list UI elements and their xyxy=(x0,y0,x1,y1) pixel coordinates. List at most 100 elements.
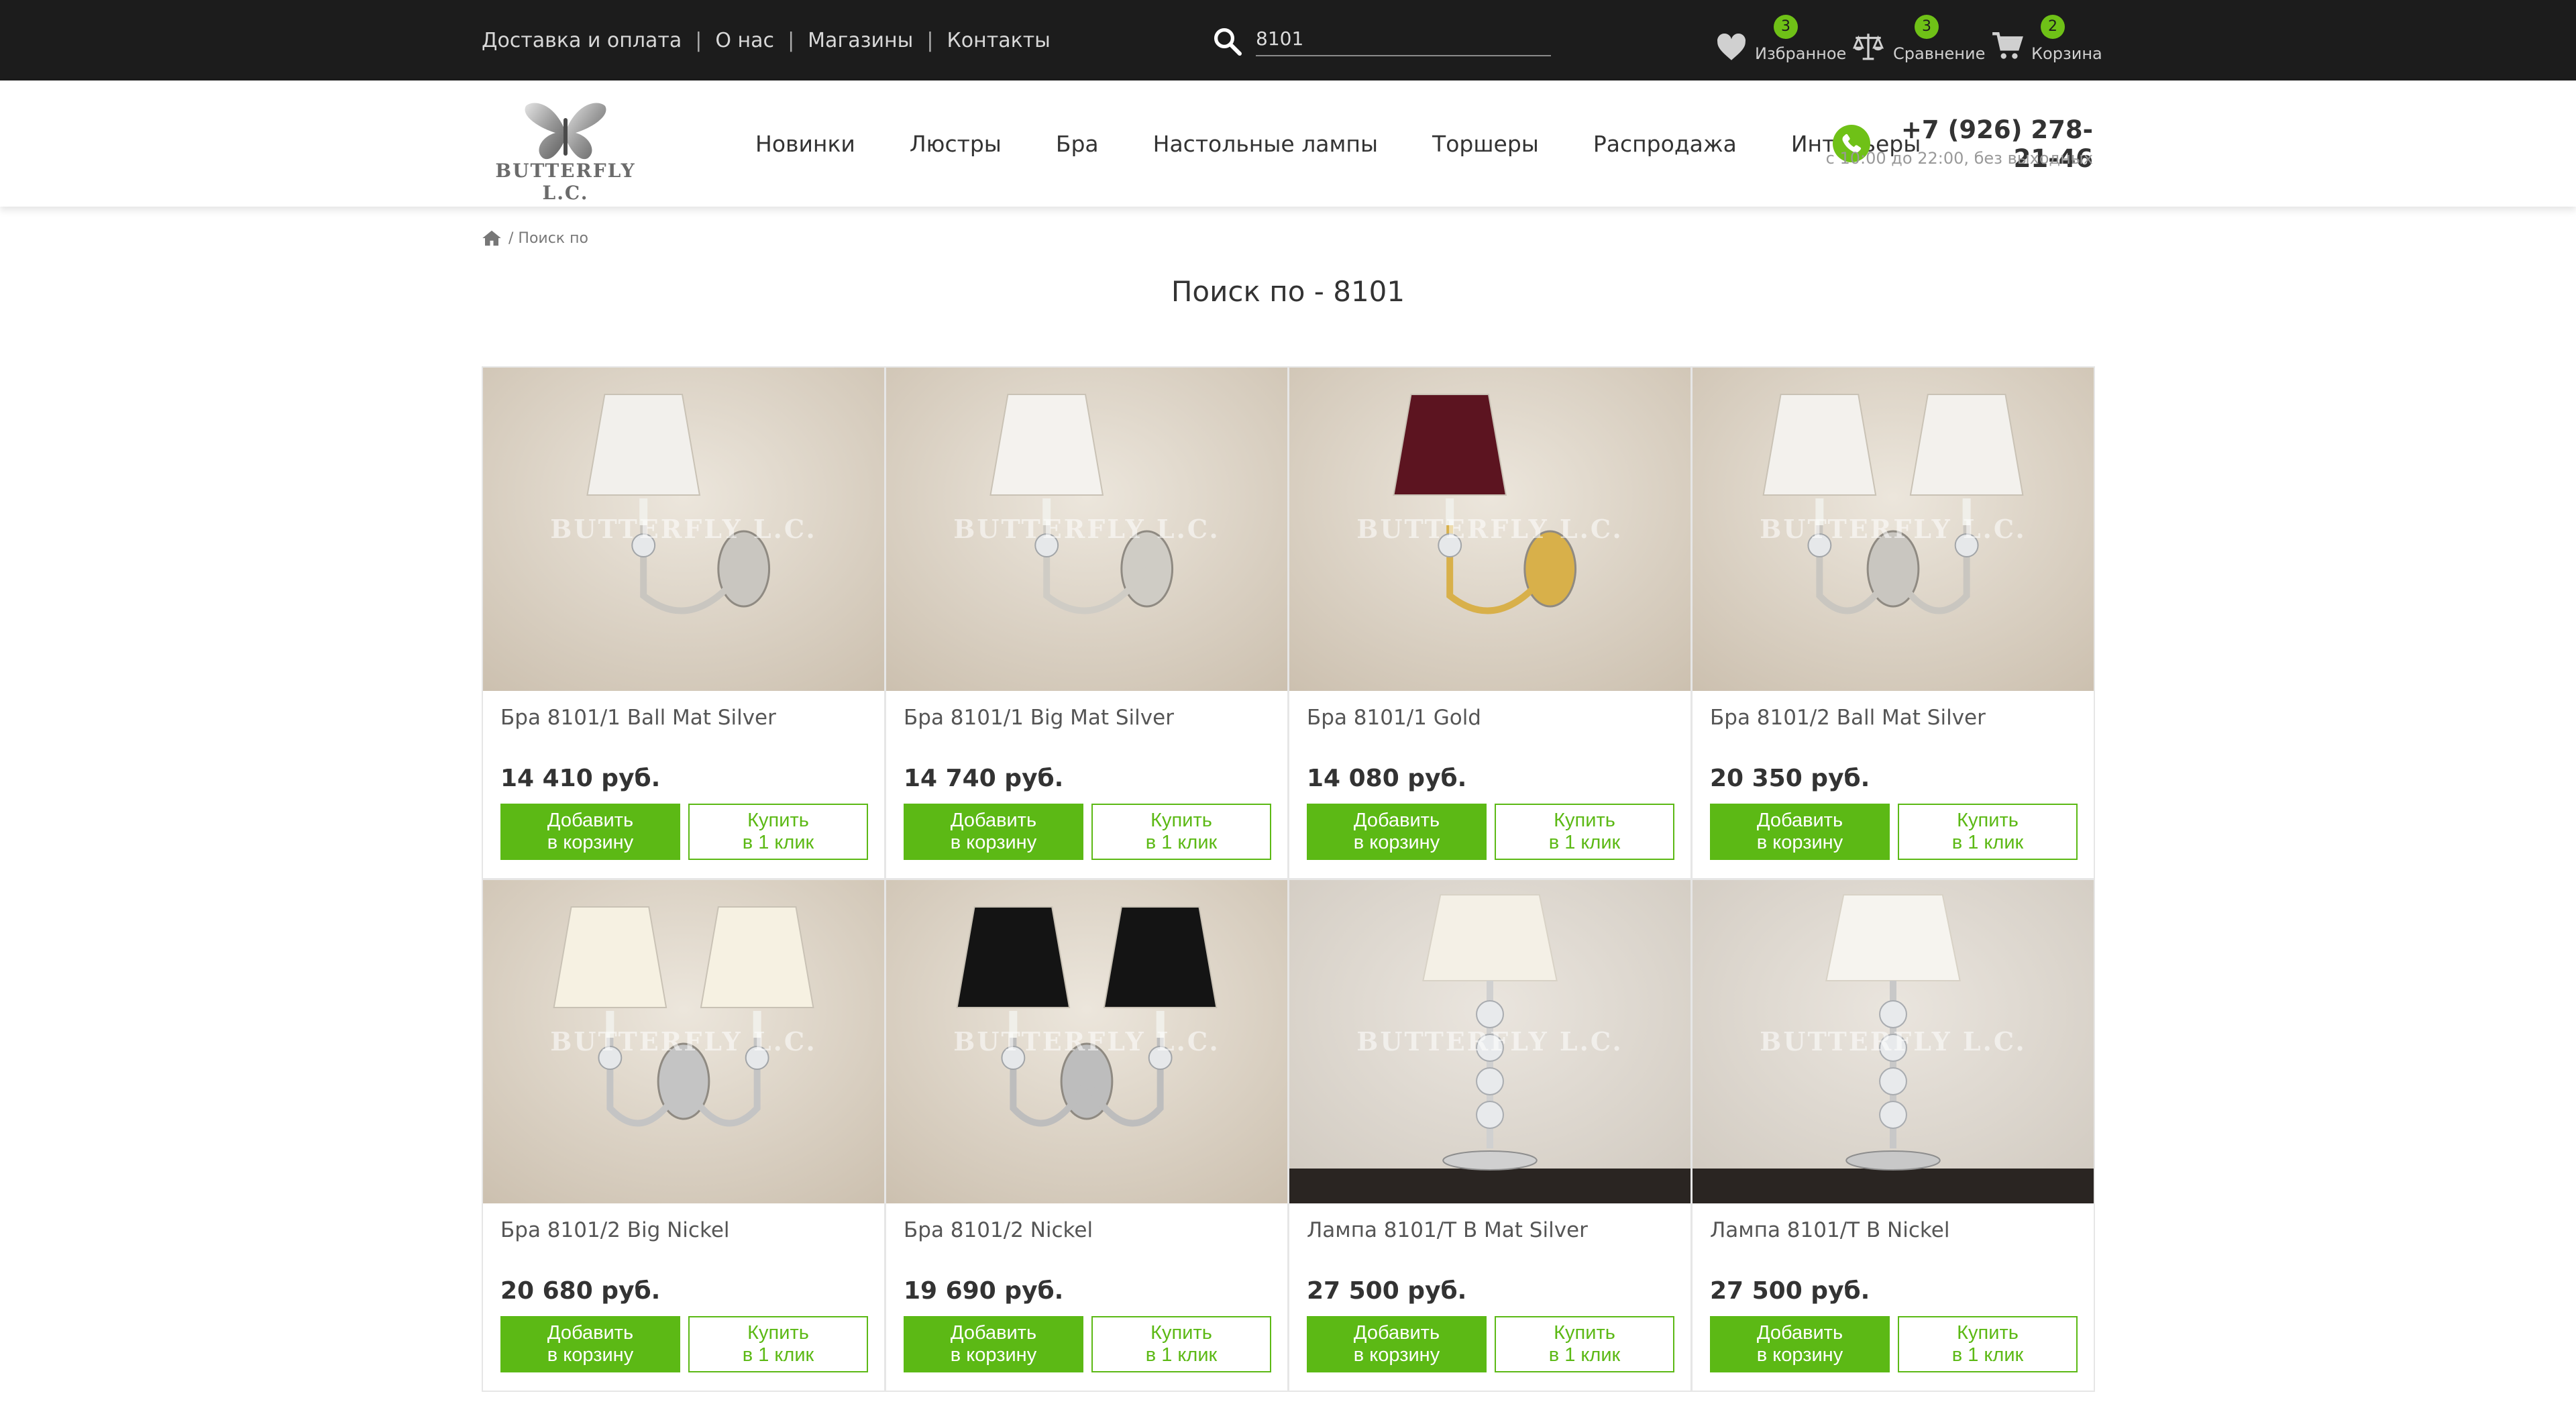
search-bar xyxy=(1212,17,1551,59)
site-logo[interactable]: BUTTERFLY L.C. xyxy=(482,99,649,204)
product-price: 27 500 руб. xyxy=(1307,1277,1467,1305)
link-stores[interactable]: Магазины xyxy=(808,29,913,52)
add-to-cart-button[interactable]: Добавить в корзину xyxy=(500,1316,680,1372)
buy-one-click-button[interactable]: Купить в 1 клик xyxy=(1495,1316,1674,1372)
cart-icon xyxy=(1992,32,2023,59)
heart-icon xyxy=(1717,33,1746,60)
search-input[interactable] xyxy=(1256,21,1551,56)
product-name[interactable]: Бра 8101/1 Big Mat Silver xyxy=(904,706,1174,730)
product-card: BUTTERFLY L.C. Лампа 8101/T B Nickel 27 … xyxy=(1691,879,2095,1392)
product-image[interactable]: BUTTERFLY L.C. xyxy=(886,880,1287,1203)
breadcrumb: / Поиск по xyxy=(482,228,588,248)
working-hours: с 10:00 до 22:00, без выходных xyxy=(1825,149,2093,168)
watermark: BUTTERFLY L.C. xyxy=(550,1026,817,1056)
add-to-cart-button[interactable]: Добавить в корзину xyxy=(500,804,680,860)
add-to-cart-button[interactable]: Добавить в корзину xyxy=(904,1316,1083,1372)
product-image[interactable]: BUTTERFLY L.C. xyxy=(886,368,1287,691)
buy-one-click-label: в 1 клик xyxy=(1548,832,1621,853)
add-to-cart-label: Добавить xyxy=(1353,1322,1440,1344)
buy-one-click-button[interactable]: Купить в 1 клик xyxy=(1091,1316,1271,1372)
breadcrumb-current: / Поиск по xyxy=(508,229,588,247)
add-to-cart-label: Добавить xyxy=(547,810,634,831)
nav-item-floor-lamps[interactable]: Торшеры xyxy=(1432,131,1539,157)
buy-one-click-button[interactable]: Купить в 1 клик xyxy=(1898,1316,2078,1372)
compare-link[interactable]: 3 Сравнение xyxy=(1851,13,1985,67)
buy-one-click-button[interactable]: Купить в 1 клик xyxy=(688,1316,868,1372)
home-icon[interactable] xyxy=(482,229,502,247)
product-image[interactable]: BUTTERFLY L.C. xyxy=(1289,368,1690,691)
buy-one-click-button[interactable]: Купить в 1 клик xyxy=(688,804,868,860)
link-delivery[interactable]: Доставка и оплата xyxy=(482,29,682,52)
favorites-label: Избранное xyxy=(1755,44,1847,63)
cart-label: Корзина xyxy=(2031,44,2102,63)
buy-one-click-label: Купить xyxy=(1150,810,1212,831)
link-about[interactable]: О нас xyxy=(715,29,774,52)
nav-item-sconces[interactable]: Бра xyxy=(1056,131,1099,157)
favorites-link[interactable]: 3 Избранное xyxy=(1715,13,1846,67)
product-card: BUTTERFLY L.C. Бра 8101/2 Nickel 19 690 … xyxy=(885,879,1289,1392)
main-nav: Новинки Люстры Бра Настольные лампы Торш… xyxy=(755,80,1975,207)
favorites-count-badge: 3 xyxy=(1774,15,1798,39)
watermark: BUTTERFLY L.C. xyxy=(1356,514,1623,544)
product-name[interactable]: Бра 8101/2 Ball Mat Silver xyxy=(1710,706,1986,730)
buy-one-click-button[interactable]: Купить в 1 клик xyxy=(1091,804,1271,860)
product-name[interactable]: Бра 8101/1 Ball Mat Silver xyxy=(500,706,776,730)
buy-one-click-label: Купить xyxy=(747,1322,809,1344)
product-name[interactable]: Бра 8101/2 Nickel xyxy=(904,1218,1093,1242)
buy-one-click-label: в 1 клик xyxy=(742,832,814,853)
buy-one-click-label: в 1 клик xyxy=(1145,1344,1218,1366)
add-to-cart-label: в корзину xyxy=(1756,832,1843,853)
product-image[interactable]: BUTTERFLY L.C. xyxy=(1289,880,1690,1203)
add-to-cart-button[interactable]: Добавить в корзину xyxy=(1710,804,1890,860)
product-price: 19 690 руб. xyxy=(904,1277,1064,1305)
product-name[interactable]: Бра 8101/2 Big Nickel xyxy=(500,1218,730,1242)
search-icon[interactable] xyxy=(1212,25,1244,58)
add-to-cart-label: в корзину xyxy=(547,1344,634,1366)
buy-one-click-button[interactable]: Купить в 1 клик xyxy=(1898,804,2078,860)
product-price: 20 680 руб. xyxy=(500,1277,661,1305)
buy-one-click-button[interactable]: Купить в 1 клик xyxy=(1495,804,1674,860)
add-to-cart-label: в корзину xyxy=(950,1344,1037,1366)
watermark: BUTTERFLY L.C. xyxy=(1760,514,2027,544)
buy-one-click-label: Купить xyxy=(1957,1322,2019,1344)
compare-label: Сравнение xyxy=(1893,44,1986,63)
scales-icon xyxy=(1852,34,1884,60)
add-to-cart-button[interactable]: Добавить в корзину xyxy=(904,804,1083,860)
top-bar: Доставка и оплата | О нас | Магазины | К… xyxy=(0,0,2576,80)
watermark: BUTTERFLY L.C. xyxy=(1760,1026,2027,1056)
product-name[interactable]: Бра 8101/1 Gold xyxy=(1307,706,1481,730)
add-to-cart-label: в корзину xyxy=(547,832,634,853)
buy-one-click-label: Купить xyxy=(1957,810,2019,831)
buy-one-click-label: Купить xyxy=(1554,810,1615,831)
nav-item-sale[interactable]: Распродажа xyxy=(1593,131,1737,157)
main-header: BUTTERFLY L.C. Новинки Люстры Бра Настол… xyxy=(0,80,2576,207)
product-name[interactable]: Лампа 8101/T B Mat Silver xyxy=(1307,1218,1588,1242)
add-to-cart-button[interactable]: Добавить в корзину xyxy=(1307,804,1487,860)
add-to-cart-button[interactable]: Добавить в корзину xyxy=(1307,1316,1487,1372)
cart-link[interactable]: 2 Корзина xyxy=(1991,13,2102,67)
nav-item-table-lamps[interactable]: Настольные лампы xyxy=(1153,131,1378,157)
product-price: 20 350 руб. xyxy=(1710,765,1870,792)
product-image[interactable]: BUTTERFLY L.C. xyxy=(483,880,884,1203)
page-title: Поиск по - 8101 xyxy=(1171,275,1405,308)
nav-item-new[interactable]: Новинки xyxy=(755,131,855,157)
butterfly-logo-icon xyxy=(525,103,606,160)
link-contacts[interactable]: Контакты xyxy=(947,29,1050,52)
product-image[interactable]: BUTTERFLY L.C. xyxy=(1693,368,2094,691)
add-to-cart-label: в корзину xyxy=(950,832,1037,853)
product-card: BUTTERFLY L.C. Бра 8101/1 Ball Mat Silve… xyxy=(482,366,885,879)
product-card: BUTTERFLY L.C. Бра 8101/2 Big Nickel 20 … xyxy=(482,879,885,1392)
product-name[interactable]: Лампа 8101/T B Nickel xyxy=(1710,1218,1949,1242)
product-card: BUTTERFLY L.C. Лампа 8101/T B Mat Silver… xyxy=(1288,879,1692,1392)
add-to-cart-label: Добавить xyxy=(950,1322,1037,1344)
product-image[interactable]: BUTTERFLY L.C. xyxy=(483,368,884,691)
add-to-cart-button[interactable]: Добавить в корзину xyxy=(1710,1316,1890,1372)
add-to-cart-label: в корзину xyxy=(1353,832,1440,853)
product-image[interactable]: BUTTERFLY L.C. xyxy=(1693,880,2094,1203)
watermark: BUTTERFLY L.C. xyxy=(550,514,817,544)
buy-one-click-label: Купить xyxy=(1150,1322,1212,1344)
buy-one-click-label: в 1 клик xyxy=(1548,1344,1621,1366)
nav-item-chandeliers[interactable]: Люстры xyxy=(910,131,1002,157)
product-price: 14 740 руб. xyxy=(904,765,1064,792)
separator: | xyxy=(695,28,702,52)
